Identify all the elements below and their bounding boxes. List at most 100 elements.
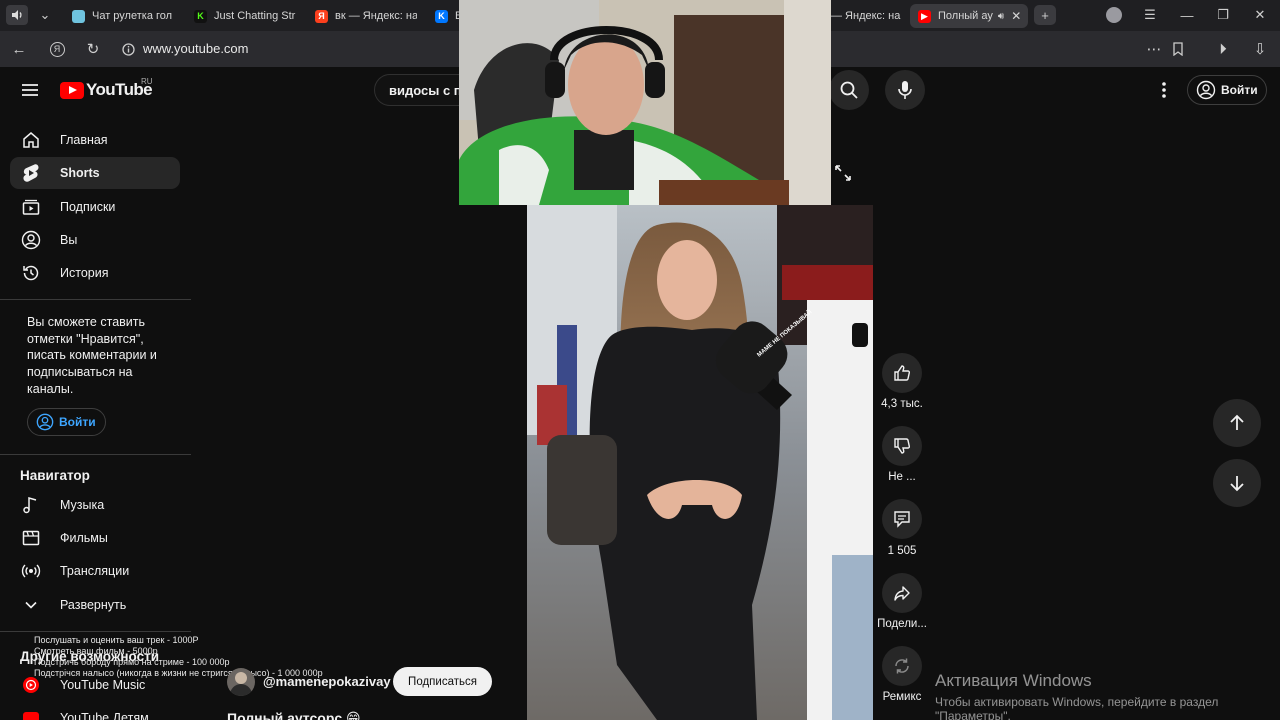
previous-short-button[interactable] bbox=[1213, 399, 1261, 447]
dislike-button[interactable] bbox=[882, 426, 922, 466]
microphone-icon bbox=[898, 81, 912, 99]
reload-icon[interactable]: ↻ bbox=[83, 39, 103, 59]
minimize-icon[interactable]: — bbox=[1176, 5, 1198, 25]
sidebar-divider bbox=[0, 454, 191, 455]
overlay-line: Смотреть ваш фильм - 5000р bbox=[34, 646, 158, 656]
search-icon bbox=[840, 81, 858, 99]
sidebar-login-button[interactable]: Войти bbox=[27, 408, 106, 436]
tab-yandex-search[interactable]: — Яндекс: на bbox=[831, 4, 903, 28]
guide-menu-icon[interactable] bbox=[20, 80, 40, 105]
sidebar-item-label: Главная bbox=[60, 133, 108, 147]
sidebar-login-note: Вы сможете ставить отметки "Нравится", п… bbox=[27, 315, 157, 396]
account-icon bbox=[1196, 80, 1216, 100]
sidebar-item-subscriptions[interactable]: Подписки bbox=[10, 191, 180, 223]
channel-avatar[interactable] bbox=[227, 668, 255, 696]
account-icon bbox=[36, 413, 54, 431]
sidebar-item-label: Фильмы bbox=[60, 531, 108, 545]
picture-in-picture-icon[interactable]: ⏵ bbox=[1213, 39, 1233, 59]
tab-chat-roulette[interactable]: Чат рулетка гол bbox=[72, 4, 182, 28]
expand-icon[interactable] bbox=[834, 164, 852, 187]
tab-label: Чат рулетка гол bbox=[92, 10, 173, 22]
sidebar-item-label: YouTube Music bbox=[60, 678, 146, 692]
remix-button[interactable] bbox=[882, 646, 922, 686]
sidebar-item-you[interactable]: Вы bbox=[10, 224, 180, 256]
music-icon bbox=[20, 495, 42, 515]
watermark-title: Активация Windows bbox=[935, 671, 1092, 690]
sidebar-divider bbox=[0, 631, 191, 632]
kick-icon: K bbox=[194, 9, 207, 23]
sidebar-item-label: История bbox=[60, 266, 109, 280]
arrow-down-icon bbox=[1230, 476, 1244, 492]
more-options-icon[interactable]: ⋯ bbox=[1144, 39, 1164, 59]
video-frame: МАМЕ НЕ ПОКАЗЫВАЙ bbox=[527, 205, 873, 720]
like-count: 4,3 тыс. bbox=[881, 398, 923, 410]
tab-yandex-vk[interactable]: Я вк — Яндекс: на bbox=[315, 4, 417, 28]
tab-label: вк — Яндекс: на bbox=[335, 10, 417, 22]
sidebar-item-label: Музыка bbox=[60, 498, 105, 512]
like-button[interactable] bbox=[882, 353, 922, 393]
tab-vk[interactable]: K В bbox=[435, 4, 459, 28]
navigator-title: Навигатор bbox=[20, 468, 90, 483]
downloads-icon[interactable]: ⇩ bbox=[1250, 39, 1270, 59]
home-icon bbox=[20, 130, 42, 150]
sidebar-item-label: Трансляции bbox=[60, 564, 130, 578]
profile-avatar-icon[interactable] bbox=[1103, 5, 1125, 25]
sidebar-item-shorts[interactable]: Shorts bbox=[10, 157, 180, 189]
sidebar-item-label: Развернуть bbox=[60, 598, 127, 612]
youtube-icon: ▶ bbox=[918, 9, 931, 23]
remix-label: Ремикс bbox=[882, 691, 922, 703]
subscribe-button[interactable]: Подписаться bbox=[393, 667, 492, 696]
header-login-label: Войти bbox=[1221, 83, 1258, 97]
back-icon[interactable]: ← bbox=[9, 39, 29, 59]
tab-just-chatting[interactable]: K Just Chatting Str bbox=[194, 4, 296, 28]
sidebar-item-youtube-kids[interactable]: YouTube Детям bbox=[10, 702, 180, 720]
sidebar-item-history[interactable]: История bbox=[10, 257, 180, 289]
search-button[interactable] bbox=[829, 70, 869, 110]
subscriptions-icon bbox=[20, 197, 42, 217]
restore-icon[interactable]: ❐ bbox=[1212, 5, 1234, 25]
site-info-icon[interactable] bbox=[118, 39, 138, 59]
short-video-player[interactable]: МАМЕ НЕ ПОКАЗЫВАЙ bbox=[527, 205, 873, 720]
close-tab-icon[interactable]: ✕ bbox=[1011, 9, 1021, 23]
sidebar-item-live[interactable]: Трансляции bbox=[10, 555, 180, 587]
speaker-icon[interactable] bbox=[6, 5, 28, 25]
share-label: Подели... bbox=[877, 618, 927, 630]
bookmark-icon[interactable] bbox=[1168, 39, 1188, 59]
sidebar-item-label: Подписки bbox=[60, 200, 116, 214]
sidebar-item-expand[interactable]: Развернуть bbox=[10, 589, 180, 621]
search-input[interactable]: видосы с п bbox=[389, 83, 462, 98]
tab-label: Just Chatting Str bbox=[214, 10, 296, 22]
share-button[interactable] bbox=[882, 573, 922, 613]
comment-count: 1 505 bbox=[887, 545, 917, 557]
tab-youtube-active[interactable]: ▶ Полный ау 🔊︎ ✕ bbox=[910, 4, 1028, 28]
sidebar-item-home[interactable]: Главная bbox=[10, 124, 180, 156]
header-login-button[interactable]: Войти bbox=[1187, 75, 1267, 105]
sidebar-item-label: Вы bbox=[60, 233, 78, 247]
arrow-up-icon bbox=[1230, 414, 1244, 430]
voice-search-button[interactable] bbox=[885, 70, 925, 110]
audio-playing-icon[interactable]: 🔊︎ bbox=[998, 11, 1004, 22]
next-short-button[interactable] bbox=[1213, 459, 1261, 507]
share-icon bbox=[894, 586, 910, 601]
dislike-label: Не ... bbox=[888, 471, 916, 483]
thumbs-down-icon bbox=[894, 438, 911, 454]
new-tab-icon[interactable]: + bbox=[1034, 5, 1056, 25]
tab-list-chevron-icon[interactable]: ⌄ bbox=[34, 5, 56, 25]
streamer-webcam-overlay bbox=[459, 0, 831, 205]
vk-icon: K bbox=[435, 9, 448, 23]
menu-icon[interactable]: ☰ bbox=[1139, 5, 1161, 25]
close-window-icon[interactable]: ✕ bbox=[1249, 5, 1271, 25]
yandex-home-icon[interactable]: Я bbox=[47, 39, 67, 59]
url-field[interactable]: www.youtube.com bbox=[143, 41, 249, 56]
youtube-play-icon bbox=[60, 81, 84, 99]
history-icon bbox=[20, 263, 42, 283]
tab-label: — Яндекс: на bbox=[831, 10, 901, 22]
comments-button[interactable] bbox=[882, 499, 922, 539]
sidebar-item-films[interactable]: Фильмы bbox=[10, 522, 180, 554]
tab-label: Полный ау bbox=[938, 10, 993, 22]
channel-name[interactable]: @mamenepokazivay bbox=[263, 674, 391, 689]
youtube-logo[interactable]: YouTube RU bbox=[60, 77, 153, 100]
webcam-frame bbox=[459, 0, 831, 205]
settings-kebab-icon[interactable] bbox=[1156, 80, 1172, 105]
sidebar-item-music[interactable]: Музыка bbox=[10, 489, 180, 521]
